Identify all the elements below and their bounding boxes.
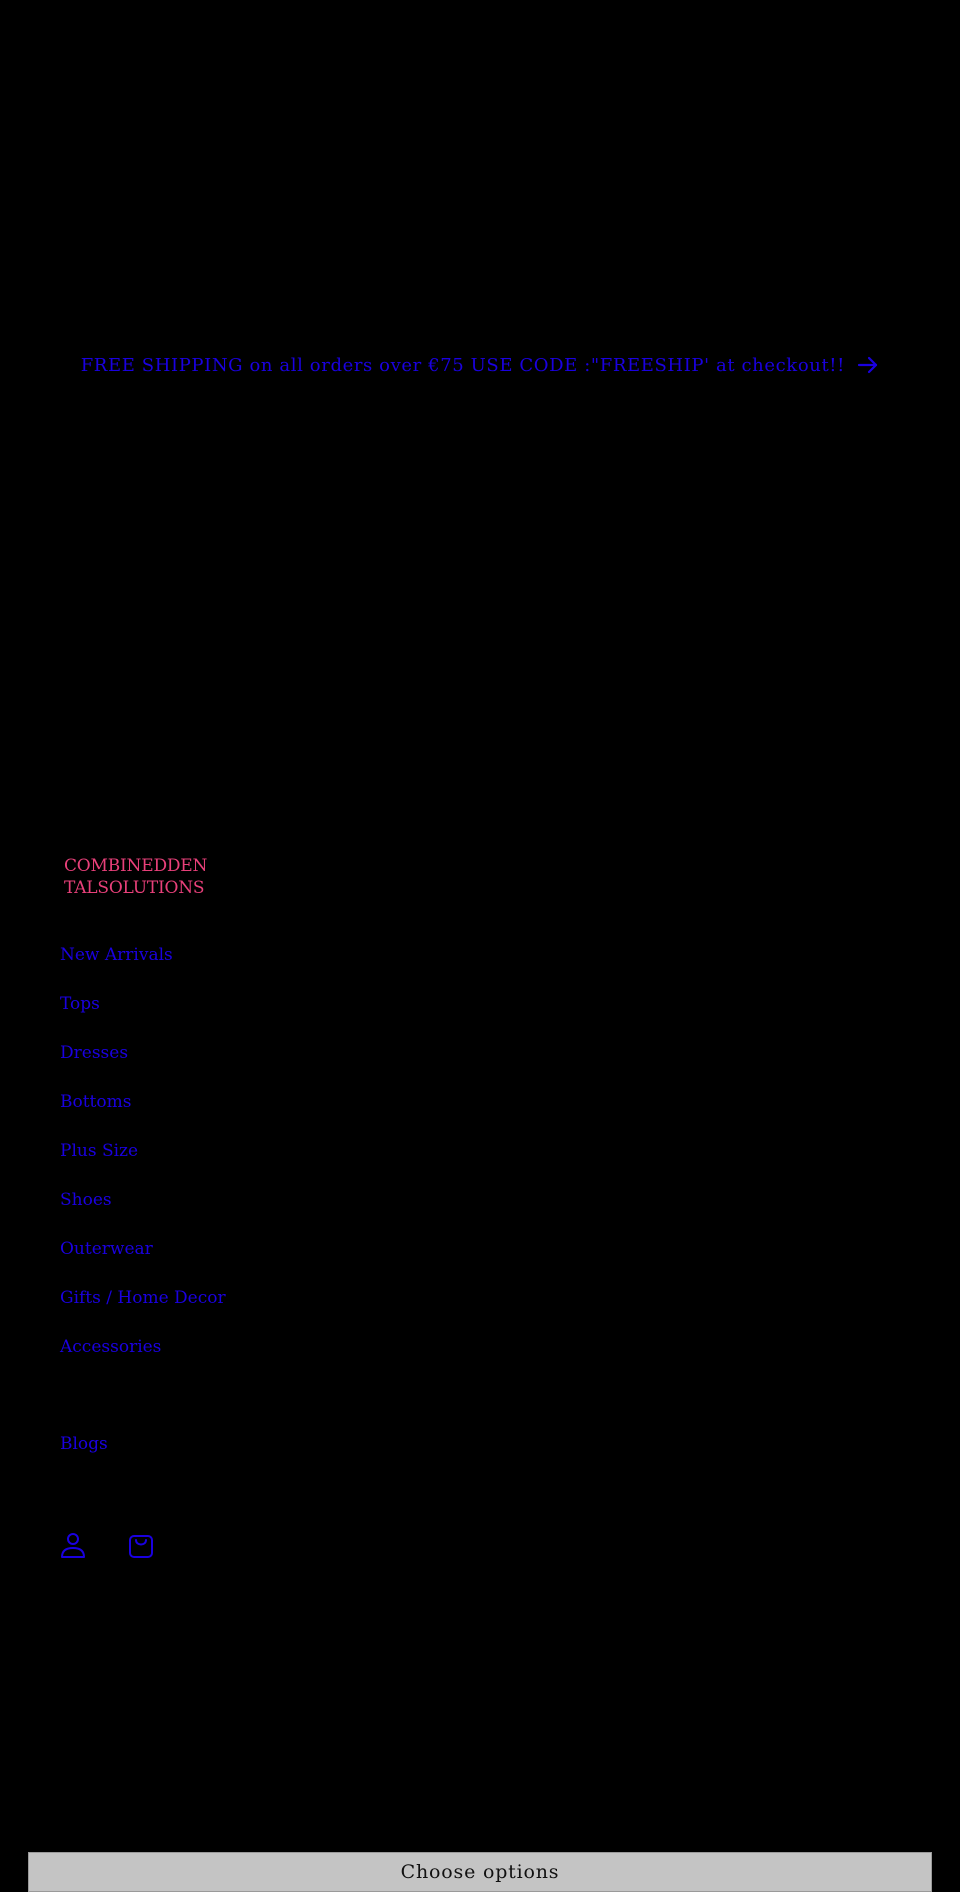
- account-icon[interactable]: [60, 1531, 86, 1559]
- menu-item-new-arrivals[interactable]: New Arrivals: [60, 943, 226, 992]
- menu-item-outerwear[interactable]: Outerwear: [60, 1237, 226, 1286]
- main-menu: New Arrivals Tops Dresses Bottoms Plus S…: [60, 943, 226, 1481]
- menu-item-dresses[interactable]: Dresses: [60, 1041, 226, 1090]
- menu-item-blogs[interactable]: Blogs: [60, 1432, 226, 1481]
- announcement-text: FREE SHIPPING on all orders over €75 USE…: [80, 355, 845, 376]
- menu-spacer: [60, 1384, 226, 1432]
- cart-icon[interactable]: [128, 1531, 154, 1559]
- menu-item-gifts-home-decor[interactable]: Gifts / Home Decor: [60, 1286, 226, 1335]
- header-icons: [60, 1531, 154, 1559]
- logo-line-1: COMBINEDDEN: [64, 856, 208, 876]
- menu-item-tops[interactable]: Tops: [60, 992, 226, 1041]
- store-logo[interactable]: COMBINEDDEN TALSOLUTIONS: [64, 855, 208, 899]
- announcement-bar-link[interactable]: FREE SHIPPING on all orders over €75 USE…: [0, 355, 960, 376]
- menu-item-plus-size[interactable]: Plus Size: [60, 1139, 226, 1188]
- menu-item-shoes[interactable]: Shoes: [60, 1188, 226, 1237]
- arrow-right-icon: [858, 356, 878, 374]
- logo-line-2: TALSOLUTIONS: [64, 878, 205, 898]
- menu-item-accessories[interactable]: Accessories: [60, 1335, 226, 1384]
- menu-item-bottoms[interactable]: Bottoms: [60, 1090, 226, 1139]
- choose-options-button[interactable]: Choose options: [28, 1852, 932, 1892]
